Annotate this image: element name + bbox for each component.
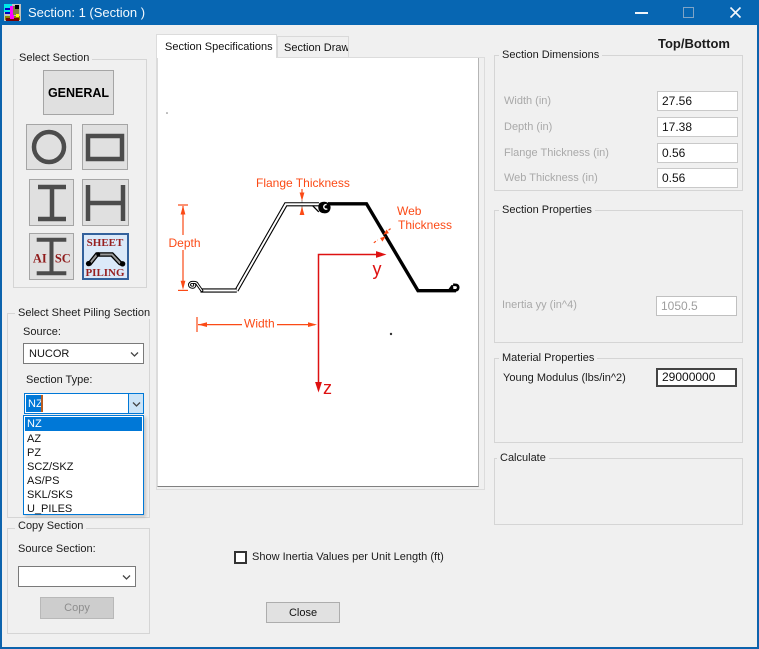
svg-text:z: z — [323, 378, 332, 398]
svg-text:AI: AI — [33, 252, 47, 266]
svg-text:Width: Width — [244, 317, 275, 331]
svg-text:SC: SC — [55, 252, 71, 266]
svg-text:SHEET: SHEET — [87, 237, 124, 249]
svg-text:Thickness: Thickness — [398, 218, 452, 232]
svg-text:Depth: Depth — [169, 236, 201, 250]
svg-text:Flange Thickness: Flange Thickness — [256, 176, 350, 190]
svg-text:PILING: PILING — [85, 267, 125, 278]
svg-text:Web: Web — [397, 204, 422, 218]
svg-text:y: y — [373, 259, 382, 279]
